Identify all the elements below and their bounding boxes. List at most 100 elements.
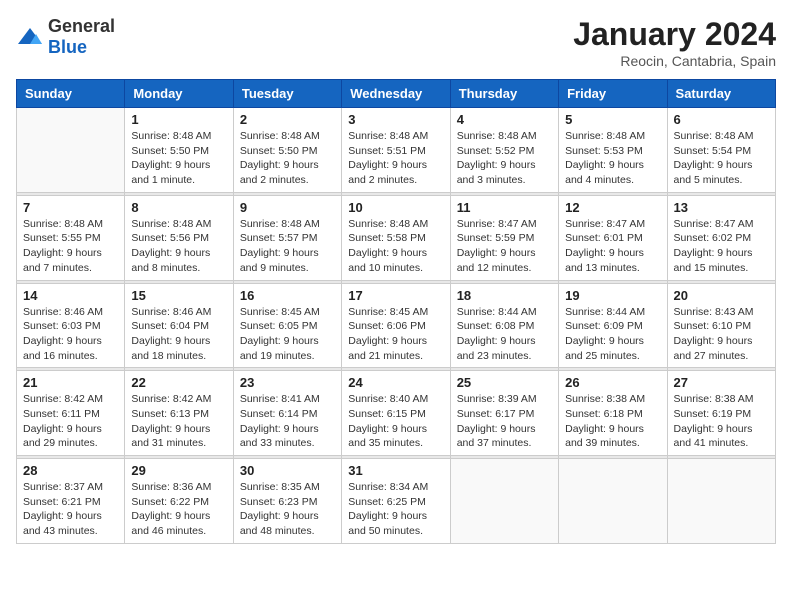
- day-cell: 21 Sunrise: 8:42 AM Sunset: 6:11 PM Dayli…: [17, 371, 125, 456]
- day-info: Sunrise: 8:48 AM Sunset: 5:50 PM Dayligh…: [240, 129, 335, 188]
- day-number: 27: [674, 375, 769, 390]
- day-number: 9: [240, 200, 335, 215]
- day-info: Sunrise: 8:48 AM Sunset: 5:53 PM Dayligh…: [565, 129, 660, 188]
- page-header: General Blue January 2024 Reocin, Cantab…: [16, 16, 776, 69]
- day-cell: 18 Sunrise: 8:44 AM Sunset: 6:08 PM Dayli…: [450, 283, 558, 368]
- day-cell: 20Sunrise: 8:43 AM Sunset: 6:10 PM Dayli…: [667, 283, 775, 368]
- day-number: 1: [131, 112, 226, 127]
- day-info: Sunrise: 8:40 AM Sunset: 6:15 PM Dayligh…: [348, 392, 443, 451]
- day-cell: 2 Sunrise: 8:48 AM Sunset: 5:50 PM Daylig…: [233, 108, 341, 193]
- day-cell: [667, 459, 775, 544]
- day-info: Sunrise: 8:48 AM Sunset: 5:51 PM Dayligh…: [348, 129, 443, 188]
- weekday-header-row: SundayMondayTuesdayWednesdayThursdayFrid…: [17, 80, 776, 108]
- day-cell: 19 Sunrise: 8:44 AM Sunset: 6:09 PM Dayli…: [559, 283, 667, 368]
- day-number: 4: [457, 112, 552, 127]
- location: Reocin, Cantabria, Spain: [573, 53, 776, 69]
- day-number: 18: [457, 288, 552, 303]
- day-number: 7: [23, 200, 118, 215]
- day-cell: 10 Sunrise: 8:48 AM Sunset: 5:58 PM Dayli…: [342, 195, 450, 280]
- day-number: 8: [131, 200, 226, 215]
- day-info: Sunrise: 8:42 AM Sunset: 6:13 PM Dayligh…: [131, 392, 226, 451]
- day-number: 15: [131, 288, 226, 303]
- day-info: Sunrise: 8:44 AM Sunset: 6:09 PM Dayligh…: [565, 305, 660, 364]
- day-cell: 25 Sunrise: 8:39 AM Sunset: 6:17 PM Dayli…: [450, 371, 558, 456]
- day-number: 25: [457, 375, 552, 390]
- day-info: Sunrise: 8:46 AM Sunset: 6:04 PM Dayligh…: [131, 305, 226, 364]
- day-cell: 7 Sunrise: 8:48 AM Sunset: 5:55 PM Daylig…: [17, 195, 125, 280]
- day-cell: 24 Sunrise: 8:40 AM Sunset: 6:15 PM Dayli…: [342, 371, 450, 456]
- week-row-3: 14 Sunrise: 8:46 AM Sunset: 6:03 PM Dayli…: [17, 283, 776, 368]
- day-number: 6: [674, 112, 769, 127]
- day-cell: 5 Sunrise: 8:48 AM Sunset: 5:53 PM Daylig…: [559, 108, 667, 193]
- day-info: Sunrise: 8:47 AM Sunset: 5:59 PM Dayligh…: [457, 217, 552, 276]
- weekday-header-friday: Friday: [559, 80, 667, 108]
- week-row-5: 28 Sunrise: 8:37 AM Sunset: 6:21 PM Dayli…: [17, 459, 776, 544]
- logo-general: General: [48, 16, 115, 36]
- day-info: Sunrise: 8:45 AM Sunset: 6:06 PM Dayligh…: [348, 305, 443, 364]
- weekday-header-saturday: Saturday: [667, 80, 775, 108]
- day-info: Sunrise: 8:48 AM Sunset: 5:50 PM Dayligh…: [131, 129, 226, 188]
- weekday-header-wednesday: Wednesday: [342, 80, 450, 108]
- day-cell: 6 Sunrise: 8:48 AM Sunset: 5:54 PM Daylig…: [667, 108, 775, 193]
- day-cell: 12 Sunrise: 8:47 AM Sunset: 6:01 PM Dayli…: [559, 195, 667, 280]
- logo-blue: Blue: [48, 37, 87, 57]
- day-info: Sunrise: 8:48 AM Sunset: 5:57 PM Dayligh…: [240, 217, 335, 276]
- day-number: 28: [23, 463, 118, 478]
- day-info: Sunrise: 8:47 AM Sunset: 6:01 PM Dayligh…: [565, 217, 660, 276]
- day-cell: 9 Sunrise: 8:48 AM Sunset: 5:57 PM Daylig…: [233, 195, 341, 280]
- day-cell: 31 Sunrise: 8:34 AM Sunset: 6:25 PM Dayli…: [342, 459, 450, 544]
- weekday-header-sunday: Sunday: [17, 80, 125, 108]
- day-info: Sunrise: 8:38 AM Sunset: 6:19 PM Dayligh…: [674, 392, 769, 451]
- weekday-header-tuesday: Tuesday: [233, 80, 341, 108]
- day-number: 31: [348, 463, 443, 478]
- day-info: Sunrise: 8:38 AM Sunset: 6:18 PM Dayligh…: [565, 392, 660, 451]
- day-number: 24: [348, 375, 443, 390]
- day-number: 23: [240, 375, 335, 390]
- day-number: 13: [674, 200, 769, 215]
- day-info: Sunrise: 8:45 AM Sunset: 6:05 PM Dayligh…: [240, 305, 335, 364]
- week-row-1: 1 Sunrise: 8:48 AM Sunset: 5:50 PM Daylig…: [17, 108, 776, 193]
- day-number: 5: [565, 112, 660, 127]
- day-number: 11: [457, 200, 552, 215]
- day-cell: 16 Sunrise: 8:45 AM Sunset: 6:05 PM Dayli…: [233, 283, 341, 368]
- day-info: Sunrise: 8:34 AM Sunset: 6:25 PM Dayligh…: [348, 480, 443, 539]
- day-info: Sunrise: 8:42 AM Sunset: 6:11 PM Dayligh…: [23, 392, 118, 451]
- day-cell: 22Sunrise: 8:42 AM Sunset: 6:13 PM Dayli…: [125, 371, 233, 456]
- day-info: Sunrise: 8:37 AM Sunset: 6:21 PM Dayligh…: [23, 480, 118, 539]
- weekday-header-thursday: Thursday: [450, 80, 558, 108]
- day-number: 30: [240, 463, 335, 478]
- month-year: January 2024: [573, 16, 776, 53]
- day-info: Sunrise: 8:48 AM Sunset: 5:58 PM Dayligh…: [348, 217, 443, 276]
- day-cell: 30Sunrise: 8:35 AM Sunset: 6:23 PM Dayli…: [233, 459, 341, 544]
- day-number: 14: [23, 288, 118, 303]
- day-cell: 8Sunrise: 8:48 AM Sunset: 5:56 PM Daylig…: [125, 195, 233, 280]
- day-number: 10: [348, 200, 443, 215]
- day-info: Sunrise: 8:46 AM Sunset: 6:03 PM Dayligh…: [23, 305, 118, 364]
- day-number: 19: [565, 288, 660, 303]
- day-info: Sunrise: 8:48 AM Sunset: 5:54 PM Dayligh…: [674, 129, 769, 188]
- day-cell: 27 Sunrise: 8:38 AM Sunset: 6:19 PM Dayli…: [667, 371, 775, 456]
- day-cell: 29Sunrise: 8:36 AM Sunset: 6:22 PM Dayli…: [125, 459, 233, 544]
- day-cell: 26 Sunrise: 8:38 AM Sunset: 6:18 PM Dayli…: [559, 371, 667, 456]
- day-info: Sunrise: 8:48 AM Sunset: 5:55 PM Dayligh…: [23, 217, 118, 276]
- day-info: Sunrise: 8:48 AM Sunset: 5:52 PM Dayligh…: [457, 129, 552, 188]
- day-cell: 11 Sunrise: 8:47 AM Sunset: 5:59 PM Dayli…: [450, 195, 558, 280]
- day-info: Sunrise: 8:47 AM Sunset: 6:02 PM Dayligh…: [674, 217, 769, 276]
- day-cell: 15 Sunrise: 8:46 AM Sunset: 6:04 PM Dayli…: [125, 283, 233, 368]
- day-number: 21: [23, 375, 118, 390]
- day-number: 16: [240, 288, 335, 303]
- day-info: Sunrise: 8:39 AM Sunset: 6:17 PM Dayligh…: [457, 392, 552, 451]
- day-number: 26: [565, 375, 660, 390]
- day-number: 2: [240, 112, 335, 127]
- day-cell: 28 Sunrise: 8:37 AM Sunset: 6:21 PM Dayli…: [17, 459, 125, 544]
- day-cell: [450, 459, 558, 544]
- day-cell: [559, 459, 667, 544]
- day-number: 12: [565, 200, 660, 215]
- day-cell: 4 Sunrise: 8:48 AM Sunset: 5:52 PM Daylig…: [450, 108, 558, 193]
- day-info: Sunrise: 8:44 AM Sunset: 6:08 PM Dayligh…: [457, 305, 552, 364]
- title-block: January 2024 Reocin, Cantabria, Spain: [573, 16, 776, 69]
- day-cell: 14 Sunrise: 8:46 AM Sunset: 6:03 PM Dayli…: [17, 283, 125, 368]
- week-row-4: 21 Sunrise: 8:42 AM Sunset: 6:11 PM Dayli…: [17, 371, 776, 456]
- day-cell: [17, 108, 125, 193]
- logo: General Blue: [16, 16, 115, 58]
